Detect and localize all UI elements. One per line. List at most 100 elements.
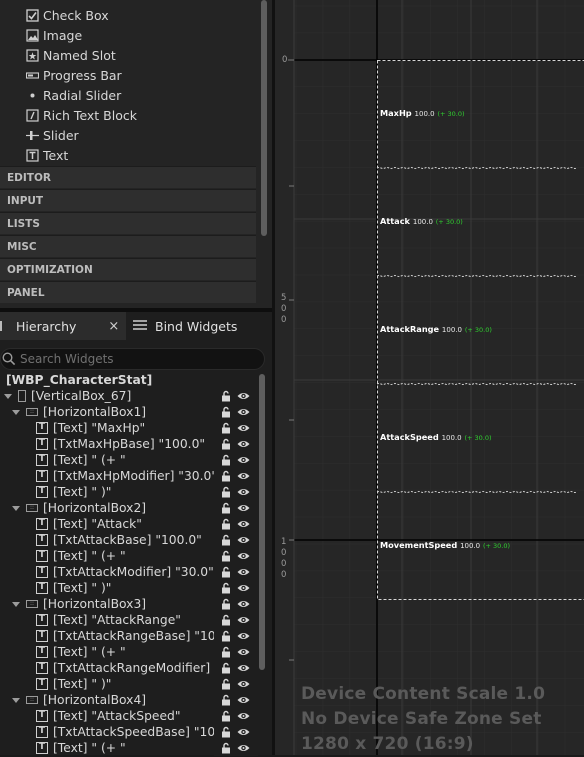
visibility-eye-icon[interactable] xyxy=(237,614,249,626)
lock-icon[interactable] xyxy=(220,742,232,754)
visibility-eye-icon[interactable] xyxy=(237,678,249,690)
tree-item-vertical-box[interactable]: [VerticalBox_67] xyxy=(18,388,131,404)
lock-icon[interactable] xyxy=(220,678,232,690)
tree-item-text[interactable]: T[TxtAttackSpeedBase] "100.0" xyxy=(36,724,240,740)
tree-item-text[interactable]: T[Text] " )" xyxy=(36,580,111,596)
hierarchy-scrollbar[interactable] xyxy=(259,374,265,670)
visibility-eye-icon[interactable] xyxy=(237,742,249,754)
category-input[interactable]: INPUT xyxy=(0,189,256,211)
visibility-eye-icon[interactable] xyxy=(237,422,249,434)
lock-icon[interactable] xyxy=(220,534,232,546)
hierarchy-root[interactable]: [WBP_CharacterStat] xyxy=(6,372,152,388)
palette-scrollbar[interactable] xyxy=(261,0,267,236)
search-widgets-input[interactable]: Search Widgets xyxy=(0,348,265,370)
lock-icon[interactable] xyxy=(220,710,232,722)
tree-item-text[interactable]: T[Text] "Attack" xyxy=(36,516,142,532)
lock-icon[interactable] xyxy=(220,454,232,466)
expand-arrow-icon[interactable] xyxy=(4,394,12,399)
tree-item-text[interactable]: T[TxtAttackModifier] "30.0" xyxy=(36,564,214,580)
tree-item-horizontal-box[interactable]: ::[HorizontalBox1] xyxy=(26,404,146,420)
lock-icon[interactable] xyxy=(220,518,232,530)
lock-icon[interactable] xyxy=(220,598,232,610)
visibility-eye-icon[interactable] xyxy=(237,486,249,498)
visibility-eye-icon[interactable] xyxy=(237,566,249,578)
visibility-eye-icon[interactable] xyxy=(237,726,249,738)
tree-item-horizontal-box[interactable]: ::[HorizontalBox4] xyxy=(26,692,146,708)
palette-item-radial-slider[interactable]: Radial Slider xyxy=(26,86,121,104)
tree-item-horizontal-box[interactable]: ::[HorizontalBox2] xyxy=(26,500,146,516)
lock-icon[interactable] xyxy=(220,630,232,642)
visibility-eye-icon[interactable] xyxy=(237,438,249,450)
visibility-eye-icon[interactable] xyxy=(237,662,249,674)
category-panel[interactable]: PANEL xyxy=(0,281,256,303)
stat-row[interactable]: Attack 100.0 (+ 30.0) xyxy=(380,216,463,226)
palette-item-check-box[interactable]: Check Box xyxy=(26,6,109,24)
visibility-eye-icon[interactable] xyxy=(237,598,249,610)
visibility-eye-icon[interactable] xyxy=(237,454,249,466)
lock-icon[interactable] xyxy=(220,582,232,594)
designer-canvas[interactable]: 0 500 1000 MaxHp 100.0 (+ 30.0)Attack 10… xyxy=(275,0,584,755)
visibility-eye-icon[interactable] xyxy=(237,470,249,482)
stat-row[interactable]: MovementSpeed 100.0 (+ 30.0) xyxy=(380,540,510,550)
panel-splitter[interactable] xyxy=(272,0,275,755)
lock-icon[interactable] xyxy=(220,694,232,706)
category-editor[interactable]: EDITOR xyxy=(0,166,256,188)
close-icon[interactable]: × xyxy=(108,319,119,334)
visibility-eye-icon[interactable] xyxy=(237,518,249,530)
lock-icon[interactable] xyxy=(220,390,232,402)
lock-icon[interactable] xyxy=(220,486,232,498)
tree-item-text[interactable]: T[Text] "MaxHp" xyxy=(36,420,145,436)
tree-item-text[interactable]: T[Text] " (+ " xyxy=(36,740,126,756)
lock-icon[interactable] xyxy=(220,662,232,674)
category-misc[interactable]: MISC xyxy=(0,235,256,257)
stat-row[interactable]: AttackRange 100.0 (+ 30.0) xyxy=(380,324,492,334)
tree-item-text[interactable]: T[Text] " )" xyxy=(36,676,111,692)
expand-arrow-icon[interactable] xyxy=(12,506,20,511)
expand-arrow-icon[interactable] xyxy=(12,410,20,415)
stat-row[interactable]: MaxHp 100.0 (+ 30.0) xyxy=(380,108,465,118)
lock-icon[interactable] xyxy=(220,550,232,562)
expand-arrow-icon[interactable] xyxy=(12,602,20,607)
visibility-eye-icon[interactable] xyxy=(237,550,249,562)
lock-icon[interactable] xyxy=(220,726,232,738)
tree-item-horizontal-box[interactable]: ::[HorizontalBox3] xyxy=(26,596,146,612)
lock-icon[interactable] xyxy=(220,438,232,450)
lock-icon[interactable] xyxy=(220,470,232,482)
lock-icon[interactable] xyxy=(220,422,232,434)
tree-item-text[interactable]: T[Text] " (+ " xyxy=(36,452,126,468)
tree-item-text[interactable]: T[TxtAttackBase] "100.0" xyxy=(36,532,202,548)
tree-item-text[interactable]: T[Text] "AttackSpeed" xyxy=(36,708,181,724)
visibility-eye-icon[interactable] xyxy=(237,390,249,402)
tab-bind-widgets[interactable]: Bind Widgets xyxy=(133,312,237,340)
lock-icon[interactable] xyxy=(220,614,232,626)
visibility-eye-icon[interactable] xyxy=(237,710,249,722)
visibility-eye-icon[interactable] xyxy=(237,582,249,594)
lock-icon[interactable] xyxy=(220,566,232,578)
tree-item-text[interactable]: T[Text] "AttackRange" xyxy=(36,612,181,628)
palette-item-progress-bar[interactable]: Progress Bar xyxy=(26,66,122,84)
tree-item-text[interactable]: T[TxtMaxHpModifier] "30.0" xyxy=(36,468,217,484)
lock-icon[interactable] xyxy=(220,502,232,514)
palette-item-named-slot[interactable]: ★ Named Slot xyxy=(26,46,116,64)
tree-item-text[interactable]: T[Text] " (+ " xyxy=(36,644,126,660)
visibility-eye-icon[interactable] xyxy=(237,406,249,418)
tree-item-text[interactable]: T[Text] " )" xyxy=(36,484,111,500)
tab-hierarchy[interactable]: Hierarchy × xyxy=(0,312,119,340)
visibility-eye-icon[interactable] xyxy=(237,646,249,658)
palette-item-slider[interactable]: Slider xyxy=(26,126,79,144)
visibility-eye-icon[interactable] xyxy=(237,630,249,642)
stat-row[interactable]: AttackSpeed 100.0 (+ 30.0) xyxy=(380,432,492,442)
visibility-eye-icon[interactable] xyxy=(237,694,249,706)
lock-icon[interactable] xyxy=(220,406,232,418)
category-optimization[interactable]: OPTIMIZATION xyxy=(0,258,256,280)
visibility-eye-icon[interactable] xyxy=(237,502,249,514)
tree-item-text[interactable]: T[Text] " (+ " xyxy=(36,548,126,564)
tree-item-text[interactable]: T[TxtMaxHpBase] "100.0" xyxy=(36,436,205,452)
expand-arrow-icon[interactable] xyxy=(12,698,20,703)
category-lists[interactable]: LISTS xyxy=(0,212,256,234)
palette-item-text[interactable]: Text xyxy=(26,146,68,164)
palette-item-rich-text-block[interactable]: Rich Text Block xyxy=(26,106,137,124)
tree-item-text[interactable]: T[TxtAttackRangeBase] "100.0" xyxy=(36,628,241,644)
palette-item-image[interactable]: Image xyxy=(26,26,82,44)
visibility-eye-icon[interactable] xyxy=(237,534,249,546)
